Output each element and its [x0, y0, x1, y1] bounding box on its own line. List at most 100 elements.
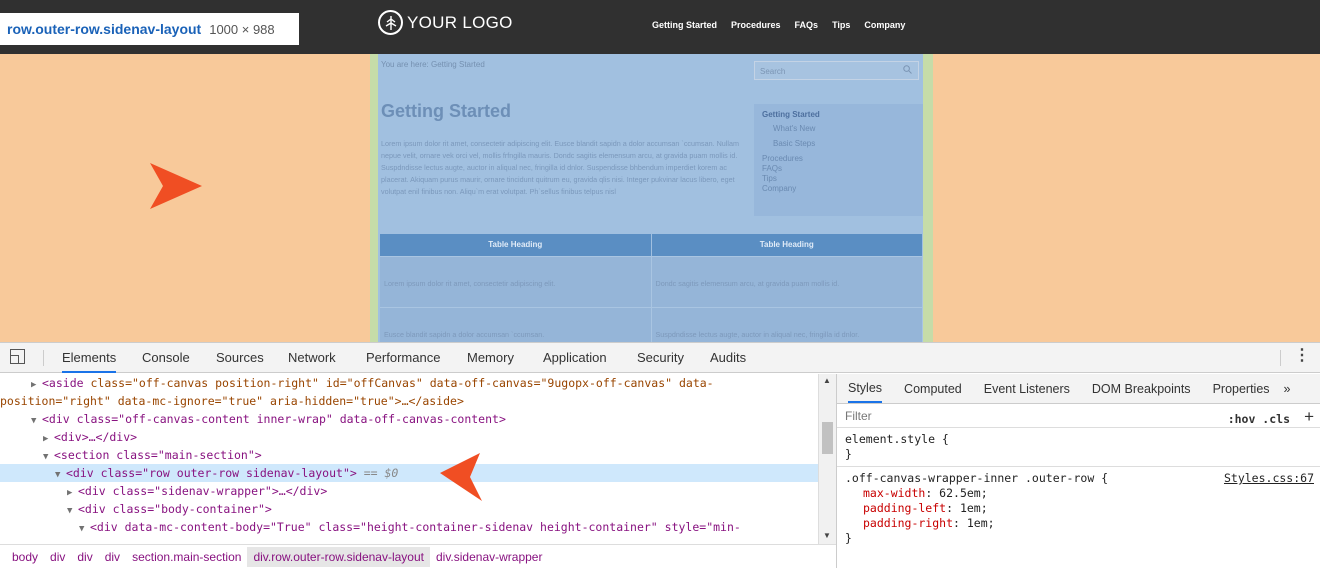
page-viewport: row.outer-row.sidenav-layout 1000 × 988 … — [0, 0, 1320, 342]
breadcrumb-item[interactable]: body — [12, 550, 38, 564]
css-property[interactable]: padding-left: 1em; — [845, 501, 1312, 516]
hov-cls-toggle[interactable]: :hov .cls — [1228, 412, 1290, 426]
table-heading: Table Heading — [380, 234, 652, 256]
logo-text: YOUR LOGO — [407, 12, 513, 32]
rule-selector: element.style { — [845, 432, 949, 446]
tab-audits[interactable]: Audits — [710, 343, 746, 373]
filter-placeholder: Filter — [845, 408, 872, 423]
sidenav-item-tips[interactable]: Tips — [762, 174, 915, 184]
menu-item-procedures[interactable]: Procedures — [731, 20, 781, 30]
sidenav-item-basic-steps[interactable]: Basic Steps — [762, 139, 915, 149]
sidenav-item-company[interactable]: Company — [762, 184, 915, 194]
table-cell: Dondc sagitis elemensum arcu, at gravida… — [652, 257, 923, 307]
new-rule-button[interactable]: + — [1304, 407, 1314, 427]
table-row: Eusce blandit sapidn a dolor accumsan `c… — [380, 307, 923, 342]
dom-node[interactable]: ▶ <aside class="off-canvas position-right… — [0, 374, 818, 392]
menu-item-faqs[interactable]: FAQs — [795, 20, 819, 30]
side-nav: Getting Started What's New Basic Steps P… — [754, 104, 923, 216]
dom-node[interactable]: ▼ <div class="body-container"> — [0, 500, 818, 518]
element-breadcrumb: body div div div section.main-section di… — [0, 544, 836, 568]
css-property[interactable]: max-width: 62.5em; — [845, 486, 1312, 501]
search-placeholder: Search — [760, 67, 786, 76]
table-cell: Eusce blandit sapidn a dolor accumsan `c… — [380, 308, 652, 342]
tab-performance[interactable]: Performance — [366, 343, 440, 373]
tab-properties[interactable]: Properties — [1213, 382, 1270, 396]
tab-event-listeners[interactable]: Event Listeners — [984, 382, 1070, 396]
dom-tree-scrollbar[interactable]: ▲ ▼ — [818, 374, 836, 544]
tab-memory[interactable]: Memory — [467, 343, 514, 373]
content-table: Table Heading Table Heading Lorem ipsum … — [380, 234, 923, 342]
dom-node[interactable]: ▶ <div>…</div> — [0, 428, 818, 446]
content-highlight: You are here: Getting Started Search Get… — [378, 54, 923, 342]
sidenav-item-faqs[interactable]: FAQs — [762, 164, 915, 174]
tab-network[interactable]: Network — [288, 343, 336, 373]
tooltip-element-size: 1000 × 988 — [209, 21, 275, 37]
dom-node[interactable]: ▼ <div class="off-canvas-content inner-wr… — [0, 410, 818, 428]
styles-tab-bar: Styles Computed Event Listeners DOM Brea… — [837, 374, 1320, 404]
tab-application[interactable]: Application — [543, 343, 607, 373]
collapse-arrow-icon[interactable]: ▼ — [79, 520, 90, 538]
sidenav-item-procedures[interactable]: Procedures — [762, 154, 915, 164]
tooltip-element-name: row.outer-row.sidenav-layout — [7, 21, 202, 37]
more-options-icon[interactable]: ⋮ — [1294, 348, 1310, 364]
tab-styles[interactable]: Styles — [848, 374, 883, 403]
page-breadcrumb: You are here: Getting Started — [381, 60, 485, 69]
breadcrumb-item[interactable]: div — [50, 550, 65, 564]
site-header: row.outer-row.sidenav-layout 1000 × 988 … — [0, 0, 1320, 54]
collapse-arrow-icon[interactable]: ▼ — [67, 502, 78, 520]
rule-close: } — [845, 447, 852, 461]
table-heading: Table Heading — [652, 234, 923, 256]
dom-tree: ▶ <aside class="off-canvas position-right… — [0, 374, 818, 544]
table-cell: Suspdndisse lectus augte, auctor in aliq… — [652, 308, 923, 342]
divider — [1280, 350, 1281, 366]
tab-sources[interactable]: Sources — [216, 343, 264, 373]
styles-filter-input[interactable]: Filter :hov .cls + — [837, 404, 1320, 428]
tab-security[interactable]: Security — [637, 343, 684, 373]
rule-source-link[interactable]: Styles.css:67 — [1224, 471, 1314, 486]
site-logo[interactable]: YOUR LOGO — [378, 10, 513, 35]
more-tabs-icon[interactable]: » — [1284, 382, 1291, 396]
divider — [43, 350, 44, 366]
dom-node-continuation[interactable]: position="right" data-mc-ignore="true" a… — [0, 392, 818, 410]
page-body-text: Lorem ipsum dolor rit amet, consectetir … — [381, 139, 739, 196]
site-menu: Getting Started Procedures FAQs Tips Com… — [652, 20, 905, 30]
scroll-down-icon[interactable]: ▼ — [823, 531, 831, 540]
breadcrumb-item[interactable]: section.main-section — [132, 550, 241, 564]
scroll-up-icon[interactable]: ▲ — [823, 376, 831, 385]
sidenav-item-whats-new[interactable]: What's New — [762, 124, 915, 134]
element-style-rule[interactable]: element.style { } — [837, 428, 1320, 467]
breadcrumb-item[interactable]: div.sidenav-wrapper — [436, 550, 543, 564]
tab-console[interactable]: Console — [142, 343, 190, 373]
breadcrumb-item[interactable]: div — [105, 550, 120, 564]
css-rule[interactable]: .off-canvas-wrapper-inner .outer-row { S… — [837, 467, 1320, 550]
breadcrumb-item-current[interactable]: div.row.outer-row.sidenav-layout — [247, 546, 430, 567]
tab-dom-breakpoints[interactable]: DOM Breakpoints — [1092, 382, 1191, 396]
menu-item-company[interactable]: Company — [864, 20, 905, 30]
search-input[interactable]: Search — [754, 61, 919, 80]
callout-arrow-icon — [440, 453, 484, 506]
callout-arrow-icon — [150, 163, 202, 214]
tab-elements[interactable]: Elements — [62, 343, 117, 373]
tab-computed[interactable]: Computed — [904, 382, 962, 396]
collapse-arrow-icon[interactable]: ▼ — [55, 466, 66, 484]
device-toolbar-icon[interactable] — [10, 349, 25, 364]
breadcrumb-item[interactable]: div — [77, 550, 92, 564]
rule-close: } — [845, 531, 852, 545]
menu-item-tips[interactable]: Tips — [832, 20, 850, 30]
dom-node-selected[interactable]: ▼ <div class="row outer-row sidenav-layou… — [0, 464, 818, 482]
collapse-arrow-icon[interactable]: ▼ — [31, 412, 42, 430]
dom-node[interactable]: ▶ <div class="sidenav-wrapper">…</div> — [0, 482, 818, 500]
table-cell: Lorem ipsum dolor rit amet, consectetir … — [380, 257, 652, 307]
css-property[interactable]: padding-right: 1em; — [845, 516, 1312, 531]
search-icon[interactable] — [903, 65, 912, 76]
scrollbar-thumb[interactable] — [822, 422, 833, 454]
sidenav-item-getting-started[interactable]: Getting Started — [762, 110, 915, 120]
table-row: Lorem ipsum dolor rit amet, consectetir … — [380, 256, 923, 307]
tree-logo-icon — [378, 10, 403, 35]
inspect-tooltip: row.outer-row.sidenav-layout 1000 × 988 — [0, 13, 299, 45]
styles-pane: Styles Computed Event Listeners DOM Brea… — [836, 374, 1320, 568]
menu-item-getting-started[interactable]: Getting Started — [652, 20, 717, 30]
dom-node[interactable]: ▼ <div data-mc-content-body="True" class=… — [0, 518, 818, 536]
dom-node[interactable]: ▼ <section class="main-section"> — [0, 446, 818, 464]
collapse-arrow-icon[interactable]: ▼ — [43, 448, 54, 466]
